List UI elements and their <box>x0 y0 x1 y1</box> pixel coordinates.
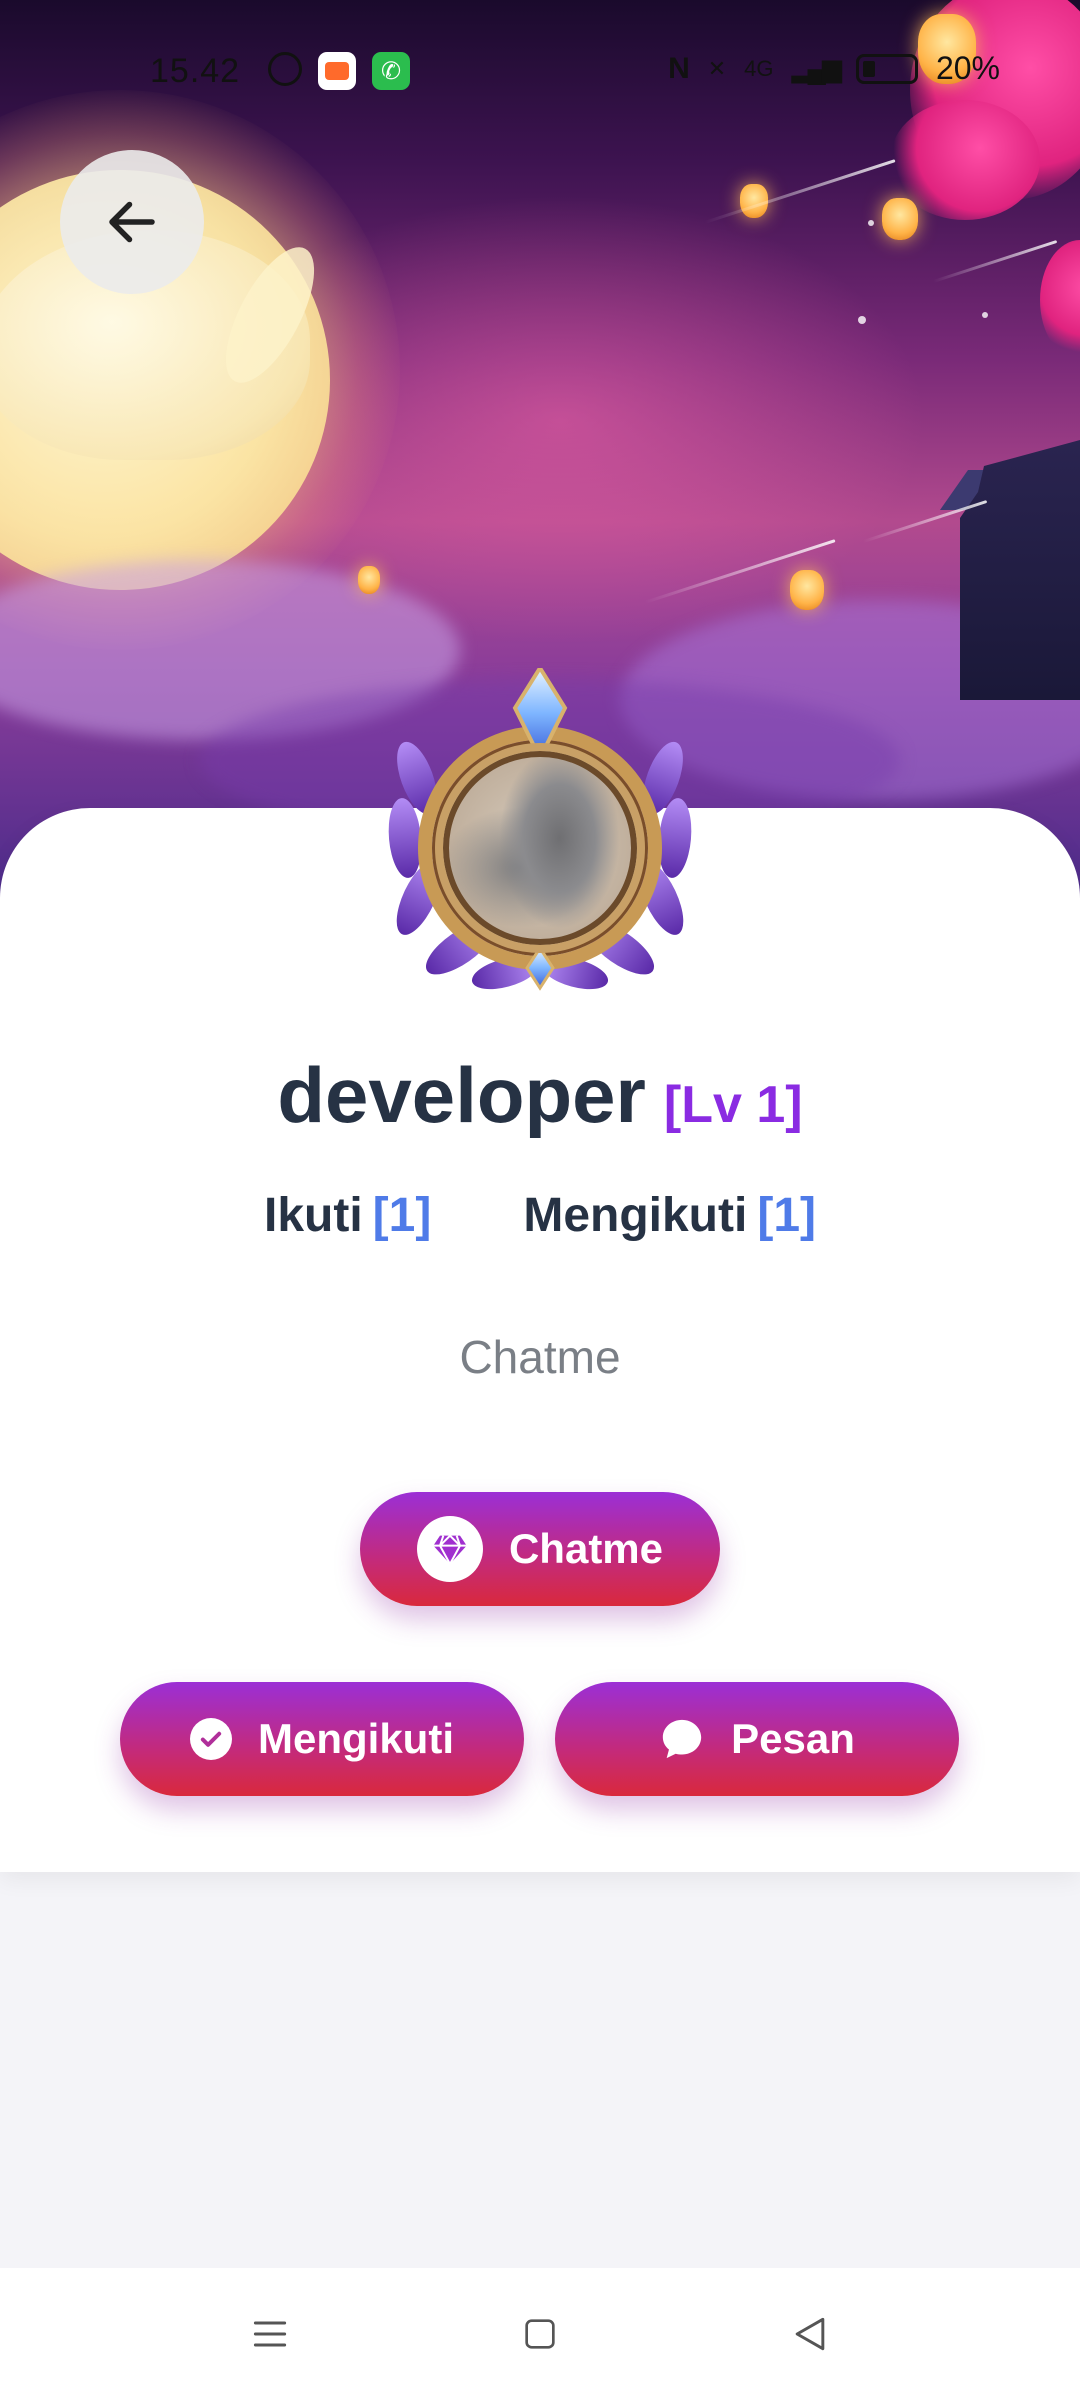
avatar[interactable] <box>435 743 645 953</box>
square-icon <box>525 2319 555 2349</box>
no-signal-icon: ✕ <box>707 55 727 81</box>
followers-stat[interactable]: Ikuti [1] <box>264 1188 431 1243</box>
blossom-tree <box>1040 240 1080 360</box>
message-button[interactable]: Pesan <box>555 1682 959 1796</box>
shooting-star <box>932 239 1058 284</box>
system-icons: N ✕ 4G ▂▄▆ 20% <box>668 50 1000 87</box>
username: developer <box>277 1051 646 1139</box>
notification-icons: ✆ <box>268 52 410 90</box>
lantern <box>358 566 380 594</box>
following-button[interactable]: Mengikuti <box>120 1682 524 1796</box>
arrow-left-icon <box>109 201 155 243</box>
battery-icon <box>855 53 918 84</box>
system-nav-bar <box>0 2268 1080 2400</box>
battery-percent: 20% <box>935 50 1000 86</box>
chatme-label: Chatme <box>508 1525 664 1572</box>
triangle-back-icon <box>795 2317 825 2351</box>
back-button[interactable] <box>60 150 204 294</box>
chatme-button[interactable]: Chatme <box>360 1492 720 1606</box>
nav-menu-button[interactable] <box>240 2304 300 2364</box>
status-bar: 15.42 ✆ N ✕ 4G ▂▄▆ 20% <box>0 0 1080 140</box>
star <box>858 316 866 324</box>
username-row: developer [Lv 1] <box>0 1050 1080 1141</box>
signal-bars-icon: ▂▄▆ <box>791 53 842 83</box>
nav-home-button[interactable] <box>510 2304 570 2364</box>
menu-icon <box>253 2321 287 2347</box>
status-time: 15.42 <box>150 52 241 90</box>
following-label: Mengikuti <box>523 1189 748 1242</box>
signal-4g-icon: 4G <box>744 55 774 81</box>
level-badge: [Lv 1] <box>663 1076 803 1134</box>
nav-back-button[interactable] <box>780 2304 840 2364</box>
followers-label: Ikuti <box>263 1189 363 1242</box>
message-button-label: Pesan <box>731 1715 855 1762</box>
chat-bubble-icon <box>662 1719 702 1759</box>
lantern <box>790 570 824 610</box>
followers-count: [1] <box>372 1189 432 1242</box>
lantern <box>882 198 918 240</box>
following-stat[interactable]: Mengikuti [1] <box>523 1188 816 1243</box>
star <box>982 312 988 318</box>
following-button-label: Mengikuti <box>258 1715 454 1762</box>
diamond-icon <box>416 1516 483 1582</box>
whatsapp-icon <box>268 52 302 86</box>
star <box>868 220 874 226</box>
shooting-star <box>704 159 896 224</box>
check-circle-icon <box>190 1718 232 1760</box>
profile-bio: Chatme <box>459 1331 621 1383</box>
game-app-icon <box>318 52 356 90</box>
follow-stats: Ikuti [1] Mengikuti [1] <box>0 1188 1080 1243</box>
avatar-frame <box>375 664 705 998</box>
nfc-icon: N <box>668 51 690 85</box>
phone-icon: ✆ <box>372 52 410 90</box>
following-count: [1] <box>757 1189 816 1242</box>
